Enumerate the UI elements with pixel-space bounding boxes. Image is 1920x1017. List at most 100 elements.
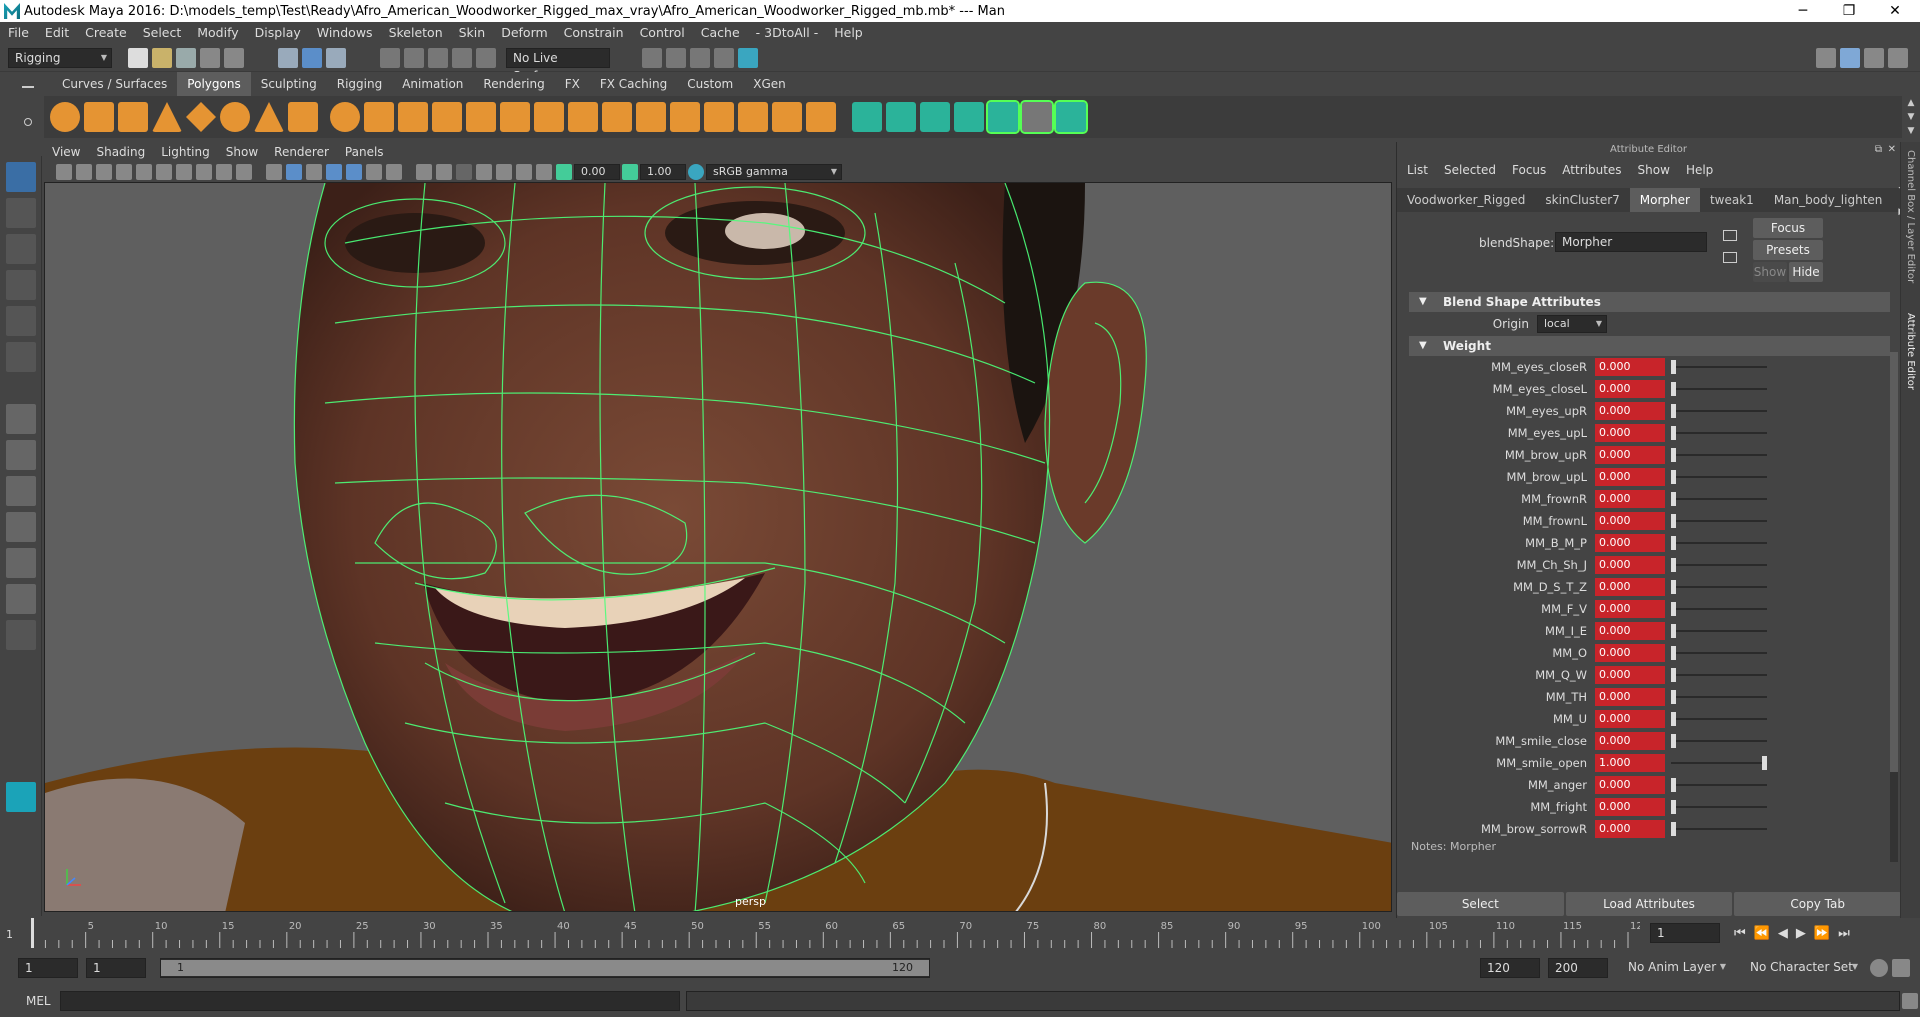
scale-tool-icon[interactable] xyxy=(6,342,36,372)
freeze-brush-icon[interactable] xyxy=(1054,100,1088,134)
redo-icon[interactable] xyxy=(224,47,244,68)
safe-action-icon[interactable] xyxy=(196,164,212,180)
exposure-field[interactable]: 0.00 xyxy=(574,164,620,180)
safe-title-icon[interactable] xyxy=(216,164,232,180)
weight-slider-handle[interactable] xyxy=(1671,558,1676,572)
sculpt-icon[interactable] xyxy=(852,102,882,132)
render-view-icon[interactable] xyxy=(642,47,662,68)
node-tab-man-body[interactable]: Man_body_lighten xyxy=(1764,188,1893,212)
weight-value-field[interactable]: 0.000 xyxy=(1595,468,1665,486)
weight-value-field[interactable]: 0.000 xyxy=(1595,644,1665,662)
more-layouts-icon[interactable] xyxy=(6,620,36,650)
character-set-dropdown[interactable]: No Character Set xyxy=(1744,958,1862,978)
weight-value-field[interactable]: 0.000 xyxy=(1595,490,1665,508)
poly-plane-icon[interactable] xyxy=(186,102,216,132)
separate-icon[interactable] xyxy=(364,102,394,132)
weight-slider-handle[interactable] xyxy=(1671,382,1676,396)
step-forward-frame-icon[interactable]: ⏩ xyxy=(1814,926,1830,941)
paint-select-tool-icon[interactable] xyxy=(6,234,36,264)
camera-icon[interactable] xyxy=(56,164,72,180)
weight-slider-handle[interactable] xyxy=(1671,602,1676,616)
menu-windows[interactable]: Windows xyxy=(309,22,381,44)
time-slider[interactable]: 5 10 15 20 25 30 35 40 45 50 55 60 65 70 75 80 85 90 95 100… xyxy=(24,918,1649,948)
weight-slider[interactable] xyxy=(1671,534,1767,552)
go-to-end-icon[interactable]: ⏭ xyxy=(1838,926,1850,941)
live-surface-field[interactable]: No Live Surface xyxy=(506,47,610,83)
weight-slider[interactable] xyxy=(1671,512,1767,530)
weight-slider[interactable] xyxy=(1671,776,1767,794)
image-plane-icon[interactable] xyxy=(116,164,132,180)
menu-file[interactable]: File xyxy=(0,22,37,44)
gamma-icon[interactable] xyxy=(622,164,638,180)
node-tab-tweak[interactable]: tweak1 xyxy=(1700,188,1764,212)
weight-slider[interactable] xyxy=(1671,688,1767,706)
shelf-tab-fx[interactable]: FX xyxy=(555,72,590,96)
color-management-icon[interactable] xyxy=(688,164,704,180)
weight-slider[interactable] xyxy=(1671,732,1767,750)
mode-dropdown[interactable]: Rigging xyxy=(8,47,112,68)
weight-value-field[interactable]: 0.000 xyxy=(1595,512,1665,530)
exposure-icon[interactable] xyxy=(556,164,572,180)
weight-value-field[interactable]: 0.000 xyxy=(1595,556,1665,574)
menu-create[interactable]: Create xyxy=(77,22,135,44)
weight-slider[interactable] xyxy=(1671,820,1767,838)
save-scene-icon[interactable] xyxy=(176,47,196,68)
section-blend-shape-attributes[interactable]: Blend Shape Attributes xyxy=(1409,292,1890,312)
attr-menu-help[interactable]: Help xyxy=(1678,158,1721,182)
shelf-tab-polygons[interactable]: Polygons xyxy=(177,72,251,96)
layout-uv-icon[interactable] xyxy=(806,102,836,132)
maximize-button[interactable]: ❐ xyxy=(1826,0,1872,22)
select-tool-icon[interactable] xyxy=(6,162,36,192)
weight-slider[interactable] xyxy=(1671,578,1767,596)
weight-value-field[interactable]: 0.000 xyxy=(1595,534,1665,552)
presets-button[interactable]: Presets xyxy=(1753,240,1823,260)
close-panel-icon[interactable]: ✕ xyxy=(1888,144,1896,155)
menu-constrain[interactable]: Constrain xyxy=(556,22,632,44)
viewport-menu-renderer[interactable]: Renderer xyxy=(266,142,337,162)
close-button[interactable]: ✕ xyxy=(1872,0,1918,22)
shadows-icon[interactable] xyxy=(386,164,402,180)
smooth-shade-icon[interactable] xyxy=(286,164,302,180)
weight-slider[interactable] xyxy=(1671,402,1767,420)
weight-value-field[interactable]: 0.000 xyxy=(1595,578,1665,596)
two-view-icon[interactable] xyxy=(6,476,36,506)
menu-modify[interactable]: Modify xyxy=(189,22,246,44)
tool-settings-icon[interactable] xyxy=(1864,47,1884,68)
weight-value-field[interactable]: 0.000 xyxy=(1595,666,1665,684)
render-frame-icon[interactable] xyxy=(666,47,686,68)
weight-slider[interactable] xyxy=(1671,556,1767,574)
anim-end-field[interactable]: 200 xyxy=(1548,958,1608,978)
load-attributes-button[interactable]: Load Attributes xyxy=(1565,892,1733,916)
weight-slider[interactable] xyxy=(1671,666,1767,684)
shelf-tab-fx-caching[interactable]: FX Caching xyxy=(590,72,677,96)
shelf-tab-curves[interactable]: Curves / Surfaces xyxy=(52,72,177,96)
attr-menu-list[interactable]: List xyxy=(1399,158,1436,182)
origin-dropdown[interactable]: local xyxy=(1537,315,1607,333)
snap-curve-icon[interactable] xyxy=(404,47,424,68)
snap-grid-icon[interactable] xyxy=(380,47,400,68)
move-tool-icon[interactable] xyxy=(6,270,36,300)
script-editor-icon[interactable] xyxy=(1902,993,1918,1009)
attr-menu-show[interactable]: Show xyxy=(1630,158,1678,182)
weight-slider[interactable] xyxy=(1671,798,1767,816)
new-scene-icon[interactable] xyxy=(128,47,148,68)
weight-slider-handle[interactable] xyxy=(1671,800,1676,814)
checker-icon[interactable] xyxy=(1020,100,1054,134)
isolate-select-icon[interactable] xyxy=(476,164,492,180)
attr-menu-focus[interactable]: Focus xyxy=(1504,158,1554,182)
weight-slider-handle[interactable] xyxy=(1671,470,1676,484)
menu-help[interactable]: Help xyxy=(826,22,871,44)
poly-pipe-icon[interactable] xyxy=(288,102,318,132)
poly-cylinder-icon[interactable] xyxy=(118,102,148,132)
float-panel-icon[interactable]: ⧉ xyxy=(1875,144,1882,155)
weight-value-field[interactable]: 0.000 xyxy=(1595,820,1665,838)
four-view-icon[interactable] xyxy=(6,440,36,470)
go-input-icon[interactable] xyxy=(1723,230,1737,241)
viewport-persp[interactable]: persp xyxy=(44,182,1392,912)
target-weld-icon[interactable] xyxy=(670,102,700,132)
snap-view-icon[interactable] xyxy=(452,47,472,68)
weight-slider-handle[interactable] xyxy=(1671,536,1676,550)
go-output-icon[interactable] xyxy=(1723,252,1737,263)
select-button[interactable]: Select xyxy=(1397,892,1564,916)
menu-control[interactable]: Control xyxy=(632,22,693,44)
